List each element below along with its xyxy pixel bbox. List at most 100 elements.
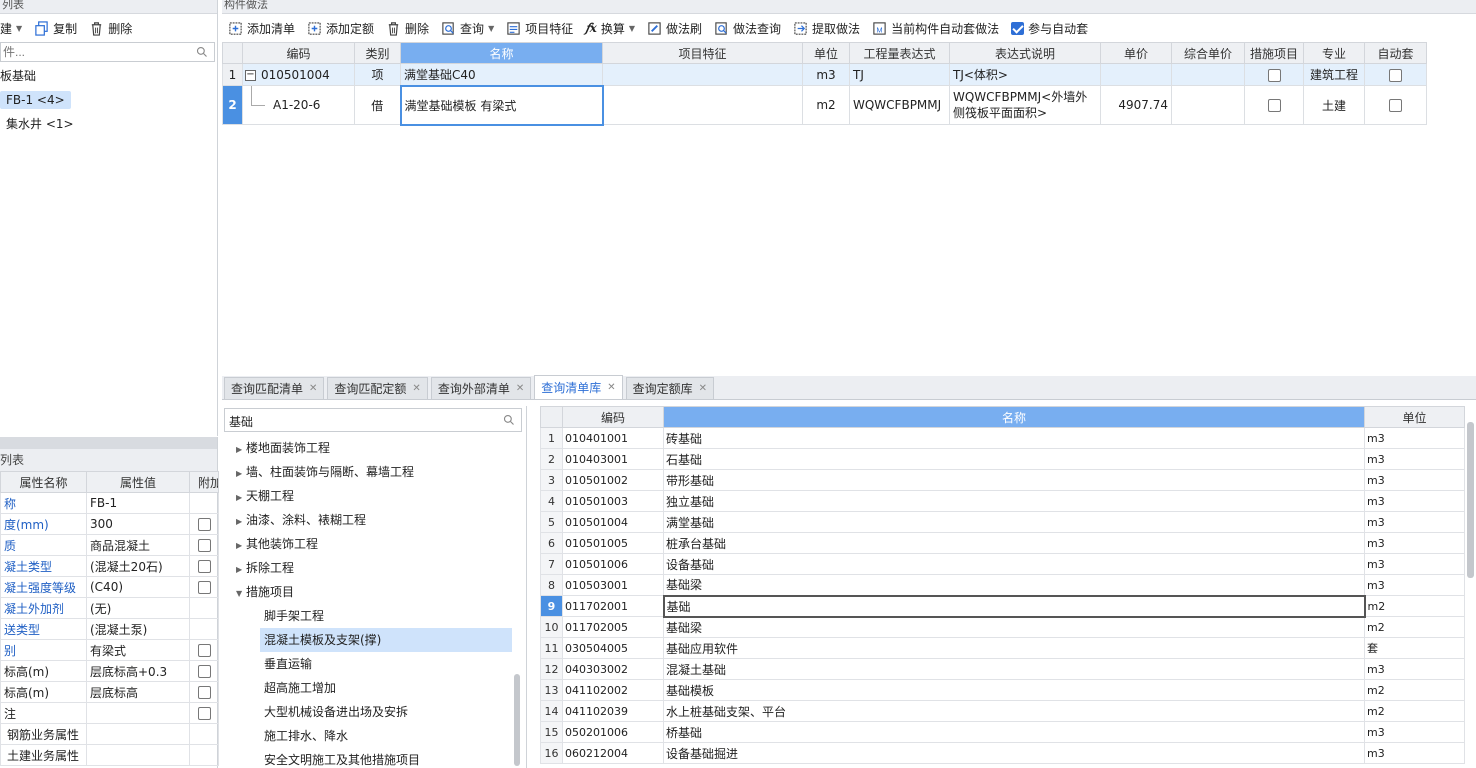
table-row[interactable]: 15 050201006 桥基础 m3 — [540, 721, 1465, 743]
property-value[interactable] — [86, 702, 190, 724]
property-value[interactable]: (混凝土20石) — [86, 555, 190, 577]
property-value[interactable]: 层底标高+0.3 — [86, 660, 190, 682]
row-major[interactable]: 土建 — [1303, 85, 1365, 125]
lib-tree-item[interactable]: ▶ 墙、柱面装饰与隔断、幕墙工程 — [222, 460, 512, 484]
collapse-icon[interactable]: − — [245, 69, 256, 81]
lib-row-name[interactable]: 石基础 — [663, 448, 1365, 470]
chevron-right-icon[interactable]: ▶ — [236, 462, 246, 486]
property-extra[interactable] — [189, 597, 219, 619]
delete-button[interactable]: 删除 — [83, 17, 138, 39]
table-row[interactable]: 7 010501006 设备基础 m3 — [540, 553, 1465, 575]
close-icon[interactable]: ✕ — [309, 383, 317, 394]
property-extra[interactable] — [189, 744, 219, 766]
property-value[interactable]: 商品混凝土 — [86, 534, 190, 556]
property-value[interactable]: (C40) — [86, 576, 190, 598]
row-name[interactable]: 满堂基础模板 有梁式 — [399, 84, 604, 126]
property-checkbox[interactable] — [197, 644, 211, 657]
row-price[interactable] — [1100, 63, 1172, 86]
lib-row-unit[interactable]: m3 — [1364, 742, 1465, 764]
property-row[interactable]: 称 FB-1 — [0, 492, 219, 514]
auto-method-button[interactable]: M 当前构件自动套做法 — [866, 17, 1005, 39]
property-row[interactable]: 别有梁式 — [0, 639, 219, 661]
lib-tree-item[interactable]: ▼ 措施项目 — [222, 580, 512, 604]
lib-row-unit[interactable]: m3 — [1364, 532, 1465, 554]
lib-row-unit[interactable]: m2 — [1364, 700, 1465, 722]
measure-checkbox[interactable] — [1267, 68, 1281, 82]
lib-search-input[interactable]: 基础 — [229, 413, 253, 430]
property-value[interactable]: 层底标高 — [86, 681, 190, 703]
header-total-price[interactable]: 综合单价 — [1171, 42, 1245, 64]
component-search[interactable] — [0, 42, 215, 62]
property-extra[interactable] — [189, 660, 219, 682]
method-query-button[interactable]: 做法查询 — [708, 17, 787, 39]
lib-tree-item[interactable]: ▶ 其他装饰工程 — [222, 532, 512, 556]
lib-header-name[interactable]: 名称 — [663, 406, 1365, 428]
header-feature[interactable]: 项目特征 — [602, 42, 803, 64]
table-row[interactable]: 2 010403001 石基础 m3 — [540, 448, 1465, 470]
lib-row-unit[interactable]: m3 — [1364, 469, 1465, 491]
lib-row-name[interactable]: 设备基础掘进 — [663, 742, 1365, 764]
convert-button[interactable]: 𝑓x 换算 ▼ — [579, 17, 641, 39]
lib-row-code[interactable]: 010401001 — [562, 427, 664, 449]
row-major[interactable]: 建筑工程 — [1303, 63, 1365, 86]
splitter[interactable] — [0, 437, 217, 449]
lib-row-code[interactable]: 010501002 — [562, 469, 664, 491]
table-row[interactable]: 12 040303002 混凝土基础 m3 — [540, 658, 1465, 680]
chevron-down-icon[interactable]: ▼ — [236, 582, 246, 606]
table-row[interactable]: 4 010501003 独立基础 m3 — [540, 490, 1465, 512]
lib-row-name[interactable]: 带形基础 — [663, 469, 1365, 491]
row-measure[interactable] — [1244, 63, 1304, 86]
table-row[interactable]: 14 041102039 水上桩基础支架、平台 m2 — [540, 700, 1465, 722]
header-name[interactable]: 名称 — [400, 42, 603, 64]
property-row[interactable]: 注 — [0, 702, 219, 724]
row-unit[interactable]: m3 — [802, 63, 850, 86]
property-checkbox[interactable] — [197, 518, 211, 531]
property-row[interactable]: 质商品混凝土 — [0, 534, 219, 556]
lib-row-name[interactable]: 混凝土基础 — [663, 658, 1365, 680]
property-value[interactable]: (无) — [86, 597, 190, 619]
lib-tree-item[interactable]: 施工排水、降水 — [222, 724, 512, 748]
chevron-right-icon[interactable]: ▶ — [236, 486, 246, 510]
chevron-right-icon[interactable]: ▶ — [236, 558, 246, 582]
lib-row-name[interactable]: 满堂基础 — [663, 511, 1365, 533]
property-value[interactable]: FB-1 — [86, 492, 190, 514]
row-name[interactable]: 满堂基础C40 — [400, 63, 603, 86]
row-feature[interactable] — [602, 85, 803, 125]
chevron-right-icon[interactable]: ▶ — [236, 534, 246, 558]
row-total-price[interactable] — [1171, 85, 1245, 125]
row-expr-desc[interactable]: TJ<体积> — [949, 63, 1101, 86]
tab-query-0[interactable]: 查询匹配清单 ✕ — [224, 377, 325, 399]
tab-query-2[interactable]: 查询外部清单 ✕ — [430, 377, 532, 399]
row-auto[interactable] — [1364, 85, 1427, 125]
participate-auto-checkbox[interactable]: 参与自动套 — [1005, 17, 1094, 39]
lib-tree-item[interactable]: ▶ 天棚工程 — [222, 484, 512, 508]
row-price[interactable]: 4907.74 — [1100, 85, 1172, 125]
lib-row-unit[interactable]: m3 — [1364, 511, 1465, 533]
table-row[interactable]: 6 010501005 桩承台基础 m3 — [540, 532, 1465, 554]
property-row[interactable]: 凝土类型 (混凝土20石) — [0, 555, 219, 577]
table-row[interactable]: 3 010501002 带形基础 m3 — [540, 469, 1465, 491]
lib-row-unit[interactable]: m3 — [1364, 427, 1465, 449]
main-delete-button[interactable]: 删除 — [380, 17, 435, 39]
close-icon[interactable]: ✕ — [516, 383, 524, 394]
lib-row-name[interactable]: 基础应用软件 — [663, 637, 1365, 659]
property-extra[interactable] — [189, 639, 219, 661]
tab-query-1[interactable]: 查询匹配定额 ✕ — [327, 377, 428, 399]
property-extra[interactable] — [189, 702, 219, 724]
header-expr[interactable]: 工程量表达式 — [849, 42, 950, 64]
lib-row-name[interactable]: 桩承台基础 — [663, 532, 1365, 554]
participate-auto-check[interactable] — [1011, 21, 1025, 35]
lib-header-code[interactable]: 编码 — [562, 406, 664, 428]
lib-row-code[interactable]: 010503001 — [562, 574, 664, 596]
scrollbar[interactable] — [514, 674, 520, 766]
table-row[interactable]: 2 A1-20-6 借 满堂基础模板 有梁式 m2 WQWCFBPMMJ WQW… — [222, 84, 1427, 126]
header-type[interactable]: 类别 — [354, 42, 401, 64]
property-row[interactable]: 度(mm) 300 — [0, 513, 219, 535]
lib-tree-item[interactable]: 脚手架工程 — [222, 604, 512, 628]
lib-row-name[interactable]: 基础梁 — [663, 616, 1365, 638]
lib-row-name[interactable]: 桥基础 — [663, 721, 1365, 743]
property-extra[interactable] — [189, 618, 219, 640]
property-checkbox[interactable] — [197, 539, 211, 552]
row-code[interactable]: A1-20-6 — [242, 85, 355, 125]
header-price[interactable]: 单价 — [1100, 42, 1172, 64]
